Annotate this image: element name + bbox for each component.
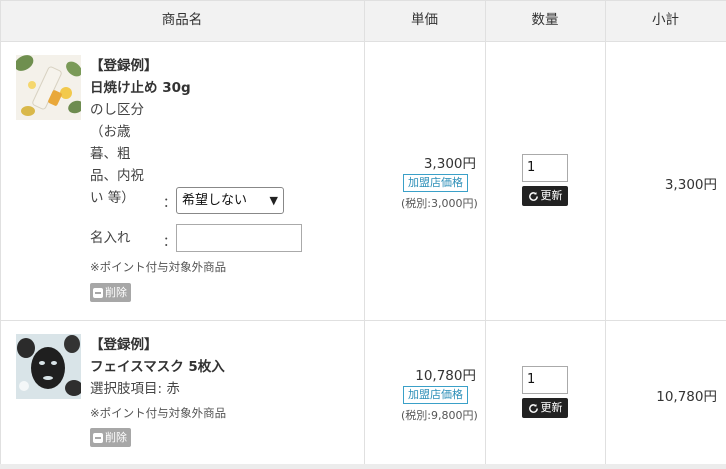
- line-subtotal: 10,780円: [656, 389, 717, 405]
- unit-price: 3,300円: [423, 156, 476, 172]
- quantity-value: 1: [527, 372, 536, 387]
- header-quantity: 数量: [531, 12, 559, 28]
- line-subtotal: 3,300円: [664, 177, 717, 193]
- header-subtotal: 小計: [652, 12, 679, 28]
- product-tag: 【登録例】: [90, 337, 158, 353]
- option-label-line: い 等）: [90, 190, 135, 206]
- option-text: 選択肢項目: 赤: [90, 381, 180, 397]
- chevron-down-icon: ▼: [269, 194, 278, 207]
- noshi-select-value: 希望しない: [182, 193, 248, 208]
- grid-line: [605, 0, 606, 469]
- minus-icon: [93, 432, 103, 443]
- option-label-line: （お歳: [90, 124, 131, 140]
- minus-icon: [93, 287, 103, 298]
- refresh-icon: [528, 191, 538, 201]
- refresh-icon: [528, 403, 538, 413]
- delete-label: 削除: [105, 286, 127, 299]
- quantity-input[interactable]: 1: [522, 366, 568, 394]
- product-thumbnail[interactable]: [16, 334, 81, 399]
- grid-line: [485, 0, 486, 469]
- noshi-select[interactable]: 希望しない ▼: [176, 187, 284, 214]
- tax-excluded-price: (税別:9,800円): [401, 409, 478, 422]
- delete-button[interactable]: 削除: [90, 428, 131, 447]
- member-price-badge: 加盟店価格: [403, 386, 468, 404]
- header-product-name: 商品名: [161, 12, 203, 28]
- cart-table: 商品名 単価 数量 小計 【登録例】 日焼け止め 30g のし区分 （お歳 暮、…: [0, 0, 726, 469]
- tax-excluded-price: (税別:3,000円): [401, 197, 478, 210]
- quantity-value: 1: [527, 160, 536, 175]
- option-label-line: のし区分: [90, 102, 144, 118]
- engrave-colon: ：: [163, 235, 177, 250]
- grid-line: [0, 0, 726, 1]
- sunscreen-tube-photo-icon: [16, 55, 81, 120]
- point-note: ※ポイント付与対象外商品: [90, 406, 227, 420]
- update-button[interactable]: 更新: [522, 186, 568, 206]
- product-tag: 【登録例】: [90, 58, 158, 74]
- option-label-line: 暮、粗: [90, 146, 131, 162]
- update-button[interactable]: 更新: [522, 398, 568, 418]
- unit-price: 10,780円: [415, 368, 476, 384]
- grid-line: [0, 320, 726, 321]
- product-thumbnail[interactable]: [16, 55, 81, 120]
- product-name[interactable]: 日焼け止め 30g: [90, 77, 191, 99]
- grid-line: [0, 41, 726, 42]
- cart-table-header: 商品名 単価 数量 小計: [0, 0, 726, 41]
- option-colon: ：: [163, 196, 177, 211]
- update-label: 更新: [540, 189, 563, 202]
- engrave-input[interactable]: [176, 224, 302, 252]
- update-label: 更新: [540, 401, 563, 414]
- delete-label: 削除: [105, 431, 127, 444]
- table-bottom-border: [0, 464, 726, 469]
- grid-line: [364, 0, 365, 469]
- face-mask-photo-icon: [16, 334, 81, 399]
- quantity-input[interactable]: 1: [522, 154, 568, 182]
- member-price-badge: 加盟店価格: [403, 174, 468, 192]
- option-label-line: 品、内祝: [90, 168, 144, 184]
- engrave-label: 名入れ: [90, 230, 131, 246]
- point-note: ※ポイント付与対象外商品: [90, 260, 227, 274]
- product-name[interactable]: フェイスマスク 5枚入: [90, 356, 225, 378]
- header-unit-price: 単価: [411, 12, 438, 28]
- grid-line: [0, 0, 1, 469]
- delete-button[interactable]: 削除: [90, 283, 131, 302]
